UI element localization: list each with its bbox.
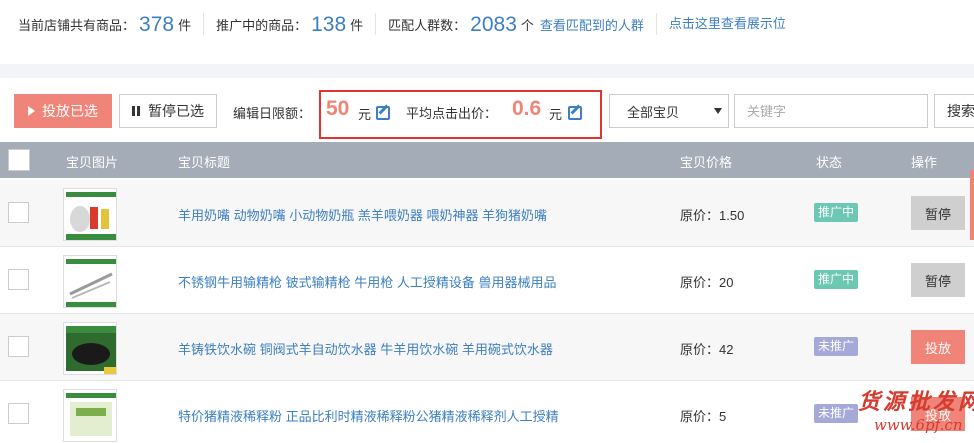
row-checkbox[interactable] — [8, 403, 29, 424]
toolbar: 投放已选 暂停已选 编辑日限额： 50 元 平均点击出价： 0.6 元 全部宝贝… — [0, 78, 974, 142]
stat-total-value: 378 — [139, 13, 175, 36]
row-checkbox[interactable] — [8, 336, 29, 357]
watermark: 货源批发网 www.6pf.cn — [830, 382, 974, 443]
watermark-line1: 货源批发网 — [858, 389, 974, 415]
product-filter-select[interactable]: 全部宝贝 — [609, 94, 729, 128]
keyword-search-input[interactable] — [734, 94, 928, 128]
product-title-link[interactable]: 不锈钢牛用输精枪 铍式输精枪 牛用枪 人工授精设备 兽用器械用品 — [178, 272, 556, 291]
stat-crowd-value: 2083 — [470, 13, 517, 36]
daily-budget-value: 50 — [326, 97, 350, 120]
product-title-link[interactable]: 羊用奶嘴 动物奶嘴 小动物奶瓶 羔羊喂奶器 喂奶神器 羊狗猪奶嘴 — [178, 205, 547, 224]
header-image: 宝贝图片 — [66, 155, 119, 170]
stat-total-label: 当前店铺共有商品： — [18, 18, 136, 33]
header-title: 宝贝标题 — [178, 155, 231, 170]
play-icon — [28, 106, 35, 116]
daily-budget-label: 编辑日限额： — [233, 106, 312, 121]
status-badge: 推广中 — [814, 270, 859, 289]
select-all-checkbox[interactable] — [8, 149, 30, 171]
pause-selected-label: 暂停已选 — [148, 103, 204, 119]
start-button[interactable]: 投放 — [911, 330, 965, 364]
stat-display: 点击这里查看展示位 — [669, 13, 798, 35]
pause-button[interactable]: 暂停 — [911, 263, 965, 297]
table-row: 羊用奶嘴 动物奶嘴 小动物奶瓶 羔羊喂奶器 喂奶神器 羊狗猪奶嘴 原价：1.50… — [0, 180, 974, 247]
product-price: 原价：5 — [680, 409, 727, 424]
product-price: 原价：20 — [680, 275, 734, 290]
table-row: 不锈钢牛用输精枪 铍式输精枪 牛用枪 人工授精设备 兽用器械用品 原价：20 推… — [0, 247, 974, 314]
table-row: 特价猪精液稀释粉 正品比利时精液稀释粉公猪精液稀释剂人工授精 原价：5 未推广 … — [0, 381, 974, 443]
row-checkbox[interactable] — [8, 269, 29, 290]
avg-bid-value: 0.6 — [512, 97, 542, 120]
avg-bid-label: 平均点击出价： — [406, 106, 498, 121]
search-button[interactable]: 搜索 — [934, 94, 974, 128]
stat-crowd-label: 匹配人群数： — [388, 18, 467, 33]
header-action: 操作 — [911, 155, 938, 170]
stat-crowd-unit: 个 — [520, 18, 534, 33]
row-checkbox[interactable] — [8, 202, 29, 223]
view-display-link[interactable]: 点击这里查看展示位 — [669, 13, 786, 35]
edit-budget-icon[interactable] — [376, 106, 390, 120]
stat-promoting-products: 推广中的商品： 138 件 — [216, 13, 377, 36]
chevron-down-icon — [714, 108, 722, 114]
header-status: 状态 — [816, 155, 843, 170]
header-price: 宝贝价格 — [680, 155, 733, 170]
product-filter-value: 全部宝贝 — [627, 104, 680, 120]
scroll-indicator — [970, 170, 974, 240]
stat-promoting-value: 138 — [311, 13, 347, 36]
product-thumbnail[interactable] — [63, 188, 117, 241]
table-row: 羊铸铁饮水碗 铜阀式羊自动饮水器 牛羊用饮水碗 羊用碗式饮水器 原价：42 未推… — [0, 314, 974, 381]
start-selected-button[interactable]: 投放已选 — [14, 94, 112, 128]
daily-budget-unit: 元 — [358, 107, 372, 122]
status-badge: 推广中 — [814, 203, 859, 222]
stat-crowd: 匹配人群数： 2083 个 查看匹配到的人群 — [388, 13, 657, 37]
product-thumbnail[interactable] — [63, 389, 117, 442]
stat-total-unit: 件 — [178, 18, 192, 33]
edit-bid-icon[interactable] — [568, 106, 582, 120]
table-header: 宝贝图片 宝贝标题 宝贝价格 状态 操作 — [0, 142, 974, 178]
product-thumbnail[interactable] — [63, 322, 117, 375]
view-crowd-link[interactable]: 查看匹配到的人群 — [540, 15, 644, 37]
stat-promoting-label: 推广中的商品： — [216, 18, 308, 33]
start-selected-label: 投放已选 — [42, 103, 98, 119]
product-price: 原价：42 — [680, 342, 734, 357]
product-price: 原价：1.50 — [680, 208, 745, 223]
product-thumbnail[interactable] — [63, 255, 117, 308]
product-title-link[interactable]: 羊铸铁饮水碗 铜阀式羊自动饮水器 牛羊用饮水碗 羊用碗式饮水器 — [178, 339, 553, 358]
pause-button[interactable]: 暂停 — [911, 196, 965, 230]
status-badge: 未推广 — [814, 337, 859, 356]
section-divider — [0, 64, 974, 78]
pause-icon — [132, 106, 140, 116]
stat-total-products: 当前店铺共有商品： 378 件 — [18, 13, 205, 36]
stat-promoting-unit: 件 — [350, 18, 364, 33]
watermark-line2: www.6pf.cn — [874, 416, 963, 434]
product-title-link[interactable]: 特价猪精液稀释粉 正品比利时精液稀释粉公猪精液稀释剂人工授精 — [178, 406, 559, 425]
avg-bid-unit: 元 — [549, 107, 563, 122]
pause-selected-button[interactable]: 暂停已选 — [119, 94, 217, 128]
stats-bar: 当前店铺共有商品： 378 件 推广中的商品： 138 件 匹配人群数： 208… — [0, 0, 974, 48]
